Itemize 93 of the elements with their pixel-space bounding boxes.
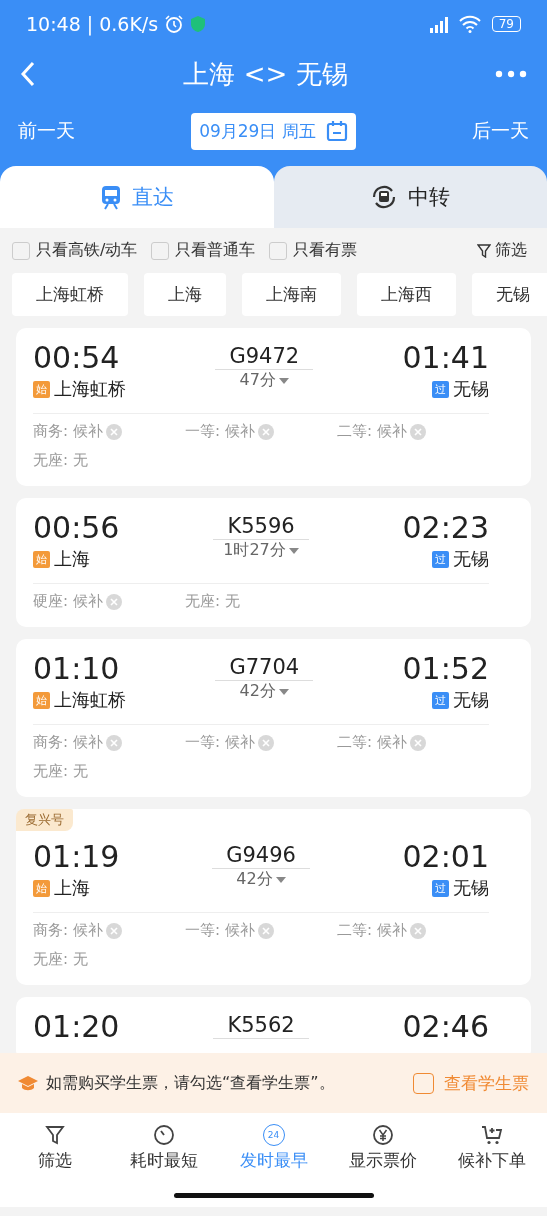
seat-availability: 二等: 候补 [337, 733, 407, 752]
departure-time: 01:19 [33, 839, 120, 874]
bottom-nav-item[interactable]: 筛选 [0, 1113, 110, 1183]
yen-icon [371, 1124, 394, 1146]
alarm-icon [164, 14, 185, 34]
train-card[interactable]: 00:56 始 上海 K5596 1时27分 02:23 过 无锡 硬座: 候补 无座: 无 [16, 498, 531, 627]
train-card[interactable]: 01:20 K5562 02:46 [16, 997, 531, 1053]
dropdown-caret-icon [278, 377, 289, 384]
filter-icon [43, 1124, 66, 1146]
station-badge: 过 [432, 691, 449, 709]
shield-icon [190, 15, 207, 33]
train-card[interactable]: 复兴号 01:19 始 上海 G9496 42分 02:01 过 无锡 商务: 候补 一等: 候补 二等: 候补 无座: 无 [16, 809, 531, 985]
train-type-tag: 复兴号 [16, 809, 73, 831]
departure-station: 上海虹桥 [54, 377, 126, 401]
filter-checkbox[interactable]: 只看高铁/动车 [12, 240, 138, 261]
train-number: G7704 [215, 655, 314, 681]
seat-availability: 无座: 无 [33, 451, 88, 470]
station-chip[interactable]: 上海南 [242, 273, 341, 316]
arrival-time: 02:46 [402, 1009, 489, 1044]
train-number: G9496 [212, 843, 310, 869]
station-badge: 过 [432, 380, 449, 398]
travel-duration: 42分 [239, 681, 276, 702]
status-time: 10:48 [26, 13, 81, 35]
filter-icon [477, 243, 491, 258]
station-badge: 始 [33, 691, 50, 709]
arrival-time: 02:01 [402, 839, 489, 874]
seat-availability: 商务: 候补 [33, 422, 103, 441]
filter-button[interactable]: 筛选 [477, 240, 535, 261]
seat-availability: 硬座: 候补 [33, 592, 103, 611]
more-icon[interactable] [495, 70, 527, 78]
student-ticket-notice: 如需购买学生票，请勾选“查看学生票”。 [46, 1072, 336, 1094]
seat-availability: 商务: 候补 [33, 921, 103, 940]
filter-checkbox[interactable]: 只看有票 [269, 240, 358, 261]
station-chip[interactable]: 上海西 [357, 273, 456, 316]
departure-time: 00:56 [33, 510, 120, 545]
seat-availability: 无座: 无 [185, 592, 240, 611]
bottom-nav-item[interactable]: 24 发时最早 [218, 1113, 329, 1183]
bottom-nav-item[interactable]: 耗时最短 [109, 1113, 219, 1183]
station-badge: 始 [33, 879, 50, 897]
station-badge: 过 [432, 550, 449, 568]
travel-duration: 1时27分 [223, 540, 286, 561]
departure-time: 00:54 [33, 340, 121, 375]
seat-availability: 一等: 候补 [185, 422, 255, 441]
train-card[interactable]: 00:54 始 上海虹桥 G9472 47分 01:41 过 无锡 商务: 候补 一等: 候补 二等: 候补 无座: 无 [16, 328, 531, 486]
bottom-nav-item[interactable]: 候补下单 [437, 1113, 547, 1183]
dropdown-caret-icon [278, 688, 289, 695]
departure-station: 上海虹桥 [54, 688, 126, 712]
page-title: 上海 <> 无锡 [182, 57, 349, 91]
train-number: G9472 [215, 344, 314, 370]
travel-duration: 42分 [236, 869, 273, 890]
station-badge: 始 [33, 550, 50, 568]
tab[interactable]: 中转 [273, 166, 547, 228]
station-badge: 始 [33, 380, 50, 398]
departure-time: 01:20 [33, 1009, 120, 1044]
station-badge: 过 [432, 879, 449, 897]
filter-checkbox[interactable]: 只看普通车 [151, 240, 256, 261]
cart-icon [480, 1124, 505, 1146]
travel-duration: 47分 [239, 370, 276, 391]
network-speed: 0.6K/s [99, 13, 159, 35]
departure-time: 01:10 [33, 651, 121, 686]
arrival-time: 02:23 [402, 510, 489, 545]
train-number: K5562 [213, 1013, 309, 1039]
clock-icon [153, 1124, 176, 1146]
train-number: K5596 [213, 514, 309, 540]
seat-availability: 商务: 候补 [33, 733, 103, 752]
seat-availability: 无座: 无 [33, 950, 88, 969]
seat-availability: 无座: 无 [33, 762, 88, 781]
back-icon[interactable] [20, 61, 36, 87]
wifi-icon [457, 15, 482, 33]
train-icon [99, 184, 122, 210]
graduation-cap-icon [18, 1074, 38, 1092]
arrival-station: 无锡 [453, 547, 489, 571]
train-card[interactable]: 01:10 始 上海虹桥 G7704 42分 01:52 过 无锡 商务: 候补 一等: 候补 二等: 候补 无座: 无 [16, 639, 531, 797]
separator-text: | [86, 13, 94, 35]
station-chip[interactable]: 上海虹桥 [12, 273, 128, 316]
arrival-station: 无锡 [453, 377, 489, 401]
arrival-time: 01:52 [402, 651, 489, 686]
arrival-time: 01:41 [402, 340, 489, 375]
departure-station: 上海 [54, 547, 90, 571]
dropdown-caret-icon [275, 876, 286, 883]
calendar-icon [325, 120, 348, 142]
departure-station: 上海 [54, 876, 90, 900]
station-chip[interactable]: 无锡 [472, 273, 547, 316]
bottom-nav-item[interactable]: 显示票价 [328, 1113, 438, 1183]
seat-availability: 一等: 候补 [185, 921, 255, 940]
arrival-station: 无锡 [453, 876, 489, 900]
seat-availability: 一等: 候补 [185, 733, 255, 752]
dropdown-caret-icon [288, 547, 299, 554]
battery-indicator: 79 [491, 16, 521, 32]
arrival-station: 无锡 [453, 688, 489, 712]
seat-availability: 二等: 候补 [337, 921, 407, 940]
seat-availability: 二等: 候补 [337, 422, 407, 441]
station-chip[interactable]: 上海 [144, 273, 226, 316]
